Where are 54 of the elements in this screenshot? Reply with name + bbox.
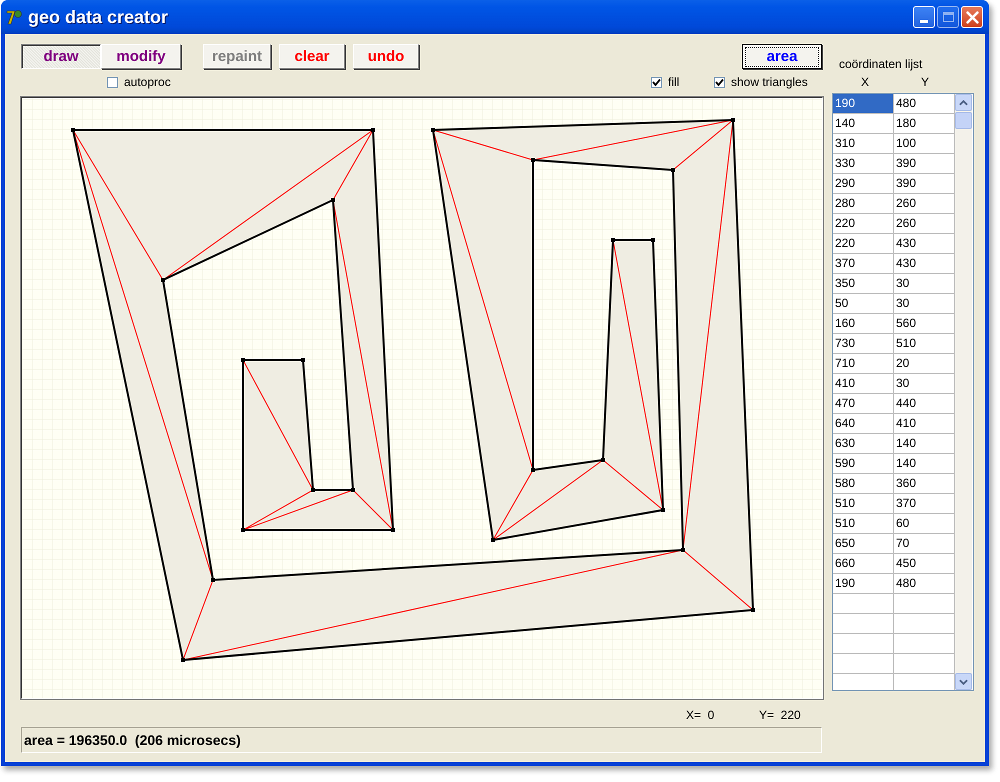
table-cell[interactable]: 220	[833, 234, 894, 253]
close-icon	[966, 10, 978, 24]
table-cell[interactable]: 220	[833, 214, 894, 233]
column-header: X	[861, 75, 870, 89]
toolbar-button[interactable]: clear	[279, 44, 346, 68]
scroll-up-button[interactable]	[955, 94, 972, 111]
toolbar-button[interactable]: undo	[353, 44, 420, 68]
table-cell[interactable]: 280	[833, 194, 894, 213]
table-cell[interactable]: 650	[833, 534, 894, 553]
table-cell[interactable]: 590	[833, 454, 894, 473]
close-button[interactable]	[961, 6, 983, 28]
drawing-canvas[interactable]	[21, 97, 823, 699]
table-cell[interactable]: 370	[833, 254, 894, 273]
table-cell[interactable]: 330	[833, 154, 894, 173]
maximize-button[interactable]	[937, 6, 959, 28]
checkbox[interactable]	[714, 76, 725, 88]
caret-up-icon	[959, 100, 968, 106]
table-cell[interactable]: 310	[833, 134, 894, 153]
mode-button[interactable]: draw	[21, 44, 101, 68]
scroll-thumb[interactable]	[955, 112, 972, 129]
table-cell[interactable]: 710	[833, 354, 894, 373]
area-button[interactable]: area	[742, 44, 822, 68]
cursor-x: X= 0	[686, 708, 714, 722]
table-cell[interactable]: 50	[833, 294, 894, 313]
table-cell[interactable]: 510	[833, 494, 894, 513]
mode-button[interactable]: modify	[101, 44, 181, 68]
checkbox-label: fill	[668, 75, 680, 89]
table-cell[interactable]: 660	[833, 554, 894, 573]
table-cell[interactable]: 410	[833, 374, 894, 393]
scrollbar[interactable]	[955, 94, 972, 690]
cursor-y: Y= 220	[759, 708, 801, 722]
window-title: geo data creator	[28, 6, 170, 28]
table-cell[interactable]: 730	[833, 334, 894, 353]
table-cell[interactable]: 190	[833, 574, 894, 593]
table-cell[interactable]: 510	[833, 514, 894, 533]
status-bar: area = 196350.0 (206 microsecs)	[21, 727, 822, 753]
minimize-button[interactable]	[913, 6, 935, 28]
table-cell[interactable]: 640	[833, 414, 894, 433]
checkbox-label: autoproc	[124, 75, 171, 89]
table-cell[interactable]: 630	[833, 434, 894, 453]
caret-down-icon	[959, 678, 968, 684]
scroll-down-button[interactable]	[955, 673, 972, 690]
checkbox-label: show triangles	[731, 75, 808, 89]
table-cell[interactable]: 470	[833, 394, 894, 413]
table-cell[interactable]: 160	[833, 314, 894, 333]
checkbox[interactable]	[107, 76, 118, 88]
checkbox[interactable]	[651, 76, 662, 88]
table-cell[interactable]: 290	[833, 174, 894, 193]
table-cell[interactable]: 190	[833, 94, 894, 113]
table-cell[interactable]: 350	[833, 274, 894, 293]
app-icon	[6, 8, 24, 26]
column-header: Y	[921, 75, 930, 89]
table-cell[interactable]: 580	[833, 474, 894, 493]
table-cell[interactable]: 140	[833, 114, 894, 133]
